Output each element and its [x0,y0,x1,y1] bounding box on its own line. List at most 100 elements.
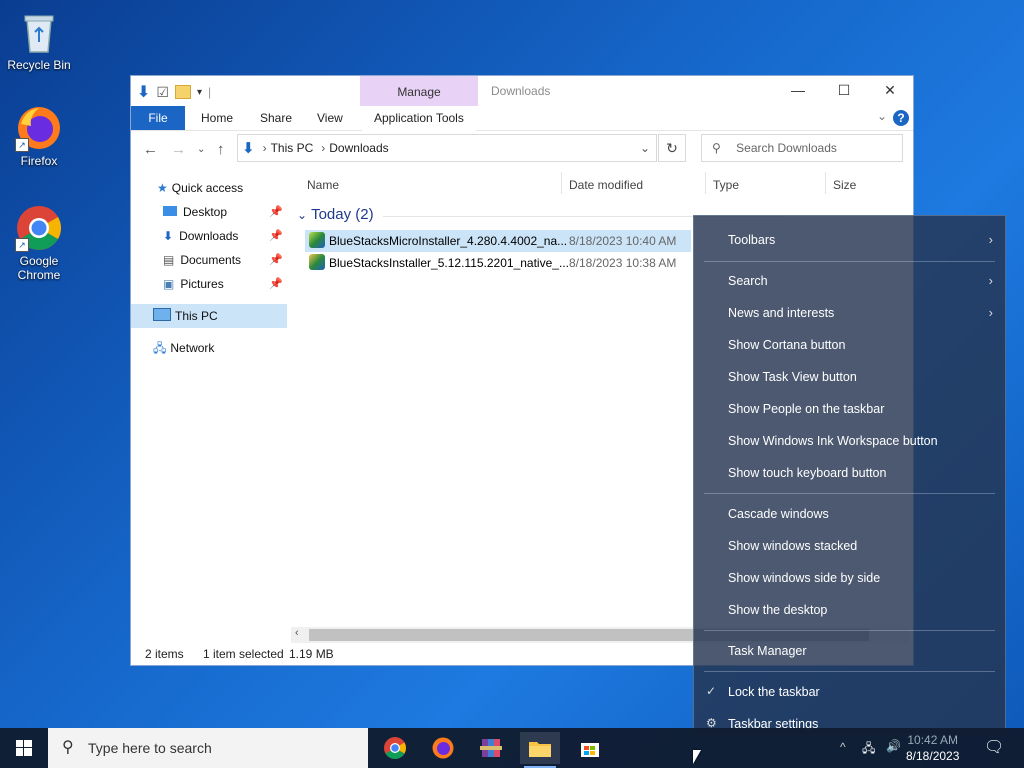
column-divider[interactable] [825,172,826,194]
chevron-down-icon[interactable]: ⌄ [877,109,887,123]
clock-time: 10:42 AM [907,733,959,747]
notifications-icon[interactable]: 🗨 [984,737,1004,757]
breadcrumb-this-pc[interactable]: This PC [271,141,314,155]
close-button[interactable]: ✕ [867,76,913,106]
column-date-modified[interactable]: Date modified [569,178,643,192]
shortcut-arrow-icon: ↗ [15,238,29,252]
pin-icon[interactable]: 📌 [269,200,283,224]
manage-tab[interactable]: Manage [360,76,478,106]
window-title: Downloads [491,84,551,98]
title-bar[interactable]: ⬇ ☑ ▾ | Manage Downloads — ☐ ✕ [131,76,913,106]
new-folder-icon[interactable] [174,85,191,99]
nav-label: Network [170,341,215,355]
taskbar-firefox[interactable] [423,732,463,764]
nav-this-pc[interactable]: This PC [131,304,287,328]
desktop-icon-chrome[interactable]: ↗ Google Chrome [0,204,78,282]
scroll-left-icon[interactable]: ‹ [295,627,299,639]
menu-item-search[interactable]: Search [728,274,768,288]
menu-item-windows-stacked[interactable]: Show windows stacked [728,539,857,553]
address-dropdown-icon[interactable]: ⌄ [640,141,650,155]
down-arrow-icon[interactable]: ⬇ [137,82,150,102]
tab-share[interactable]: Share [248,106,304,130]
column-divider[interactable] [561,172,562,194]
forward-arrow-icon[interactable]: → [171,141,186,158]
nav-downloads[interactable]: ⬇ Downloads 📌 [131,224,287,248]
taskbar-chrome[interactable] [375,732,415,764]
recent-locations-icon[interactable]: ⌄ [197,144,205,155]
menu-item-show-task-view[interactable]: Show Task View button [728,370,857,384]
menu-item-show-touch-keyboard[interactable]: Show touch keyboard button [728,466,886,480]
tab-home[interactable]: Home [189,106,245,130]
firefox-icon [432,737,454,759]
address-bar[interactable]: ⬇ › This PC › Downloads ⌄ [237,134,657,162]
taskbar-context-menu: Toolbars › Search › News and interests ›… [693,215,1006,735]
refresh-button[interactable]: ↻ [658,134,686,162]
file-name: BlueStacksInstaller_5.12.115.2201_native… [329,256,569,270]
shortcut-arrow-icon: ↗ [15,138,29,152]
show-hidden-icons-icon[interactable]: ^ [840,740,846,754]
help-icon[interactable]: ? [893,110,909,126]
menu-item-show-desktop[interactable]: Show the desktop [728,603,827,617]
nav-desktop[interactable]: Desktop 📌 [131,200,287,224]
up-arrow-icon[interactable]: ↑ [217,141,225,158]
column-size[interactable]: Size [833,178,856,192]
table-row[interactable]: BlueStacksInstaller_5.12.115.2201_native… [305,252,691,274]
star-icon: ★ [157,181,168,195]
menu-item-show-cortana[interactable]: Show Cortana button [728,338,845,352]
menu-item-lock-taskbar[interactable]: Lock the taskbar [728,685,820,699]
breadcrumb-downloads[interactable]: Downloads [329,141,388,155]
menu-item-windows-side-by-side[interactable]: Show windows side by side [728,571,880,585]
tab-application-tools[interactable]: Application Tools [362,106,476,132]
search-input[interactable]: ⚲ Search Downloads [701,134,903,162]
menu-item-toolbars[interactable]: Toolbars [728,233,775,247]
desktop-icon-recycle-bin[interactable]: Recycle Bin [0,8,78,72]
properties-icon[interactable]: ☑ [156,84,169,101]
status-selected: 1 item selected [203,647,284,661]
chevron-right-icon: › [988,273,993,288]
menu-item-show-ink-workspace[interactable]: Show Windows Ink Workspace button [728,434,938,448]
menu-item-cascade-windows[interactable]: Cascade windows [728,507,829,521]
taskbar[interactable]: ⚲ Type here to search ^ 🖧 🔊 10:42 AM 8/1… [0,728,1024,768]
nav-quick-access[interactable]: ★ Quick access [131,176,287,200]
pin-icon[interactable]: 📌 [269,272,283,296]
network-icon[interactable]: 🖧 [862,739,875,760]
volume-icon[interactable]: 🔊 [886,739,901,753]
desktop-icon-label: Recycle Bin [7,58,71,72]
start-button[interactable] [0,728,48,768]
column-type[interactable]: Type [713,178,739,192]
chrome-icon [384,737,406,759]
menu-item-show-people[interactable]: Show People on the taskbar [728,402,884,416]
pin-icon[interactable]: 📌 [269,224,283,248]
tab-view[interactable]: View [305,106,355,130]
menu-item-task-manager[interactable]: Task Manager [728,644,807,658]
column-divider[interactable] [705,172,706,194]
desktop-icon-label: Google Chrome [17,254,61,282]
table-row[interactable]: BlueStacksMicroInstaller_4.280.4.4002_na… [305,230,691,252]
pin-icon[interactable]: 📌 [269,248,283,272]
file-date: 8/18/2023 10:38 AM [569,256,677,270]
checkmark-icon: ✓ [706,684,717,698]
taskbar-file-explorer[interactable] [520,732,560,768]
maximize-button[interactable]: ☐ [821,76,867,106]
search-placeholder: Search Downloads [736,141,837,155]
column-name[interactable]: Name [307,178,339,192]
group-header-today[interactable]: ⌄ Today (2) [297,206,374,223]
menu-item-news-and-interests[interactable]: News and interests [728,306,834,320]
tab-file[interactable]: File [131,106,185,130]
nav-documents[interactable]: ▤ Documents 📌 [131,248,287,272]
nav-network[interactable]: 🖧 Network [131,336,287,360]
customize-toolbar-icon[interactable]: ▾ [197,87,202,98]
status-size: 1.19 MB [289,647,334,661]
taskbar-clock[interactable]: 10:42 AM 8/18/2023 [906,732,959,764]
taskbar-search-box[interactable]: ⚲ Type here to search [48,728,368,768]
menu-divider [704,630,995,631]
address-row: ← → ⌄ ↑ ⬇ › This PC › Downloads ⌄ ↻ ⚲ Se… [131,132,913,166]
desktop-icon-firefox[interactable]: ↗ Firefox [0,104,78,168]
back-arrow-icon[interactable]: ← [143,141,158,158]
taskbar-winrar[interactable] [471,732,511,764]
search-placeholder: Type here to search [88,740,212,756]
taskbar-store[interactable] [570,732,610,764]
documents-icon: ▤ [163,253,175,267]
minimize-button[interactable]: — [775,76,821,106]
nav-pictures[interactable]: ▣ Pictures 📌 [131,272,287,296]
